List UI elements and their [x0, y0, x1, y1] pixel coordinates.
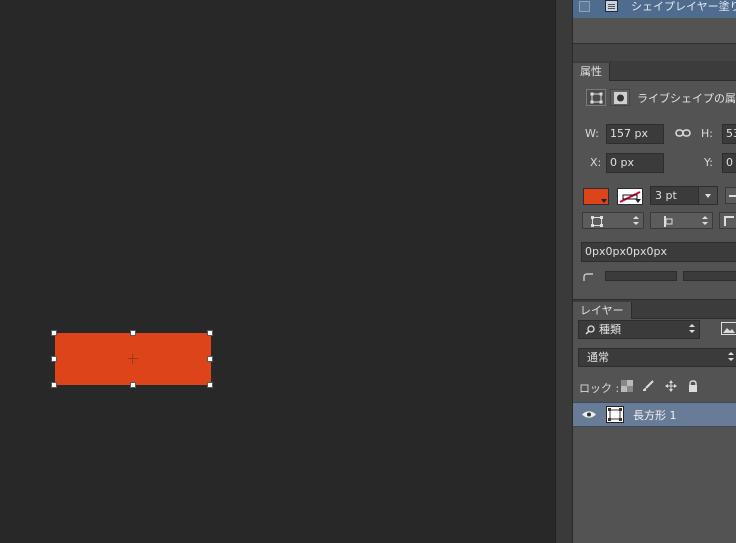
layers-tab-bar: レイヤー — [573, 299, 736, 320]
transform-handle-bottom-left[interactable] — [51, 382, 57, 388]
x-label: X: — [590, 156, 602, 169]
corner-radius-icon — [583, 273, 593, 281]
mask-properties-button[interactable] — [610, 89, 630, 106]
minus-icon — [729, 195, 736, 197]
link-icon[interactable] — [675, 127, 691, 139]
transform-handle-bottom[interactable] — [130, 382, 136, 388]
image-filter-icon[interactable] — [721, 322, 736, 337]
stroke-type-button[interactable] — [725, 187, 736, 204]
up-down-arrows-icon — [633, 216, 639, 226]
history-panel-body — [573, 18, 736, 43]
lock-label: ロック : — [579, 382, 620, 395]
corner-radius-row — [583, 271, 736, 281]
search-icon — [585, 325, 595, 335]
transform-handle-left[interactable] — [51, 356, 57, 362]
blend-mode-select[interactable]: 通常 — [578, 348, 736, 367]
history-checkbox[interactable] — [579, 1, 590, 12]
rectangle-shape-icon — [590, 92, 603, 104]
stroke-cap-select[interactable] — [650, 212, 713, 229]
center-point-icon — [128, 354, 138, 364]
mask-icon — [614, 92, 627, 104]
history-item-label: シェイプレイヤー塗りを — [631, 0, 736, 13]
height-label: H: — [701, 127, 713, 140]
shape-properties-button[interactable] — [586, 89, 606, 106]
layer-thumbnail — [606, 406, 624, 423]
shape-layer-icon — [608, 408, 622, 421]
lock-transparent-pixels-icon[interactable] — [621, 380, 633, 392]
panel-divider — [573, 43, 736, 61]
transform-handle-bottom-right[interactable] — [207, 382, 213, 388]
stroke-swatch-icon — [619, 191, 641, 203]
width-label: W: — [585, 127, 599, 140]
history-item[interactable]: シェイプレイヤー塗りを — [573, 0, 736, 18]
corner-radius-input-1[interactable] — [605, 271, 677, 281]
corner-radius-field[interactable]: 0px0px0px0px — [581, 242, 736, 262]
layer-filter-label: 種類 — [599, 323, 621, 336]
lock-icon[interactable] — [687, 380, 699, 392]
document-icon — [605, 0, 618, 12]
stroke-color-swatch[interactable] — [617, 188, 643, 205]
move-icon[interactable] — [665, 380, 677, 392]
document-canvas[interactable] — [0, 0, 555, 543]
stroke-width-dropdown[interactable] — [698, 187, 717, 204]
x-field[interactable]: 0 px — [606, 153, 664, 173]
up-down-arrows-icon — [702, 216, 708, 226]
panel-splitter[interactable] — [555, 0, 572, 543]
line-cap-icon — [664, 216, 673, 227]
properties-tab-bar: 属性 — [573, 61, 736, 81]
up-down-arrows-icon — [689, 324, 695, 334]
layer-row[interactable]: 長方形 1 — [573, 402, 736, 427]
chevron-down-icon — [601, 199, 607, 203]
y-label: Y: — [704, 156, 713, 169]
layer-name[interactable]: 長方形 1 — [633, 407, 677, 423]
chevron-down-icon — [705, 194, 711, 198]
stroke-width-select[interactable]: 3 pt — [650, 186, 718, 205]
width-field[interactable]: 157 px — [606, 124, 664, 144]
up-down-arrows-icon — [728, 352, 734, 362]
blend-mode-value: 通常 — [587, 351, 609, 364]
stroke-width-value: 3 pt — [655, 189, 677, 202]
transform-handle-right[interactable] — [207, 356, 213, 362]
transform-handle-top[interactable] — [130, 330, 136, 336]
y-field[interactable]: 0 p — [722, 153, 736, 173]
stroke-align-icon — [591, 216, 603, 227]
stroke-corner-select[interactable] — [719, 212, 736, 229]
corner-radius-input-2[interactable] — [683, 271, 736, 281]
layer-filter-select[interactable]: 種類 — [578, 320, 700, 339]
fill-color-swatch[interactable] — [583, 188, 609, 205]
tab-properties[interactable]: 属性 — [573, 63, 610, 81]
live-shape-properties-label: ライブシェイプの属性 — [637, 92, 736, 105]
brush-icon[interactable] — [642, 380, 654, 392]
chevron-down-icon — [635, 199, 641, 203]
eye-icon[interactable] — [582, 410, 596, 419]
transform-handle-top-left[interactable] — [51, 330, 57, 336]
right-panel: シェイプレイヤー塗りを 属性 ライブシェイプの属性 W: 157 px H: 5… — [572, 0, 736, 543]
tab-layers[interactable]: レイヤー — [573, 302, 632, 320]
transform-handle-top-right[interactable] — [207, 330, 213, 336]
stroke-align-select[interactable] — [582, 212, 644, 229]
line-join-icon — [724, 216, 734, 226]
height-field[interactable]: 53 — [722, 124, 736, 144]
